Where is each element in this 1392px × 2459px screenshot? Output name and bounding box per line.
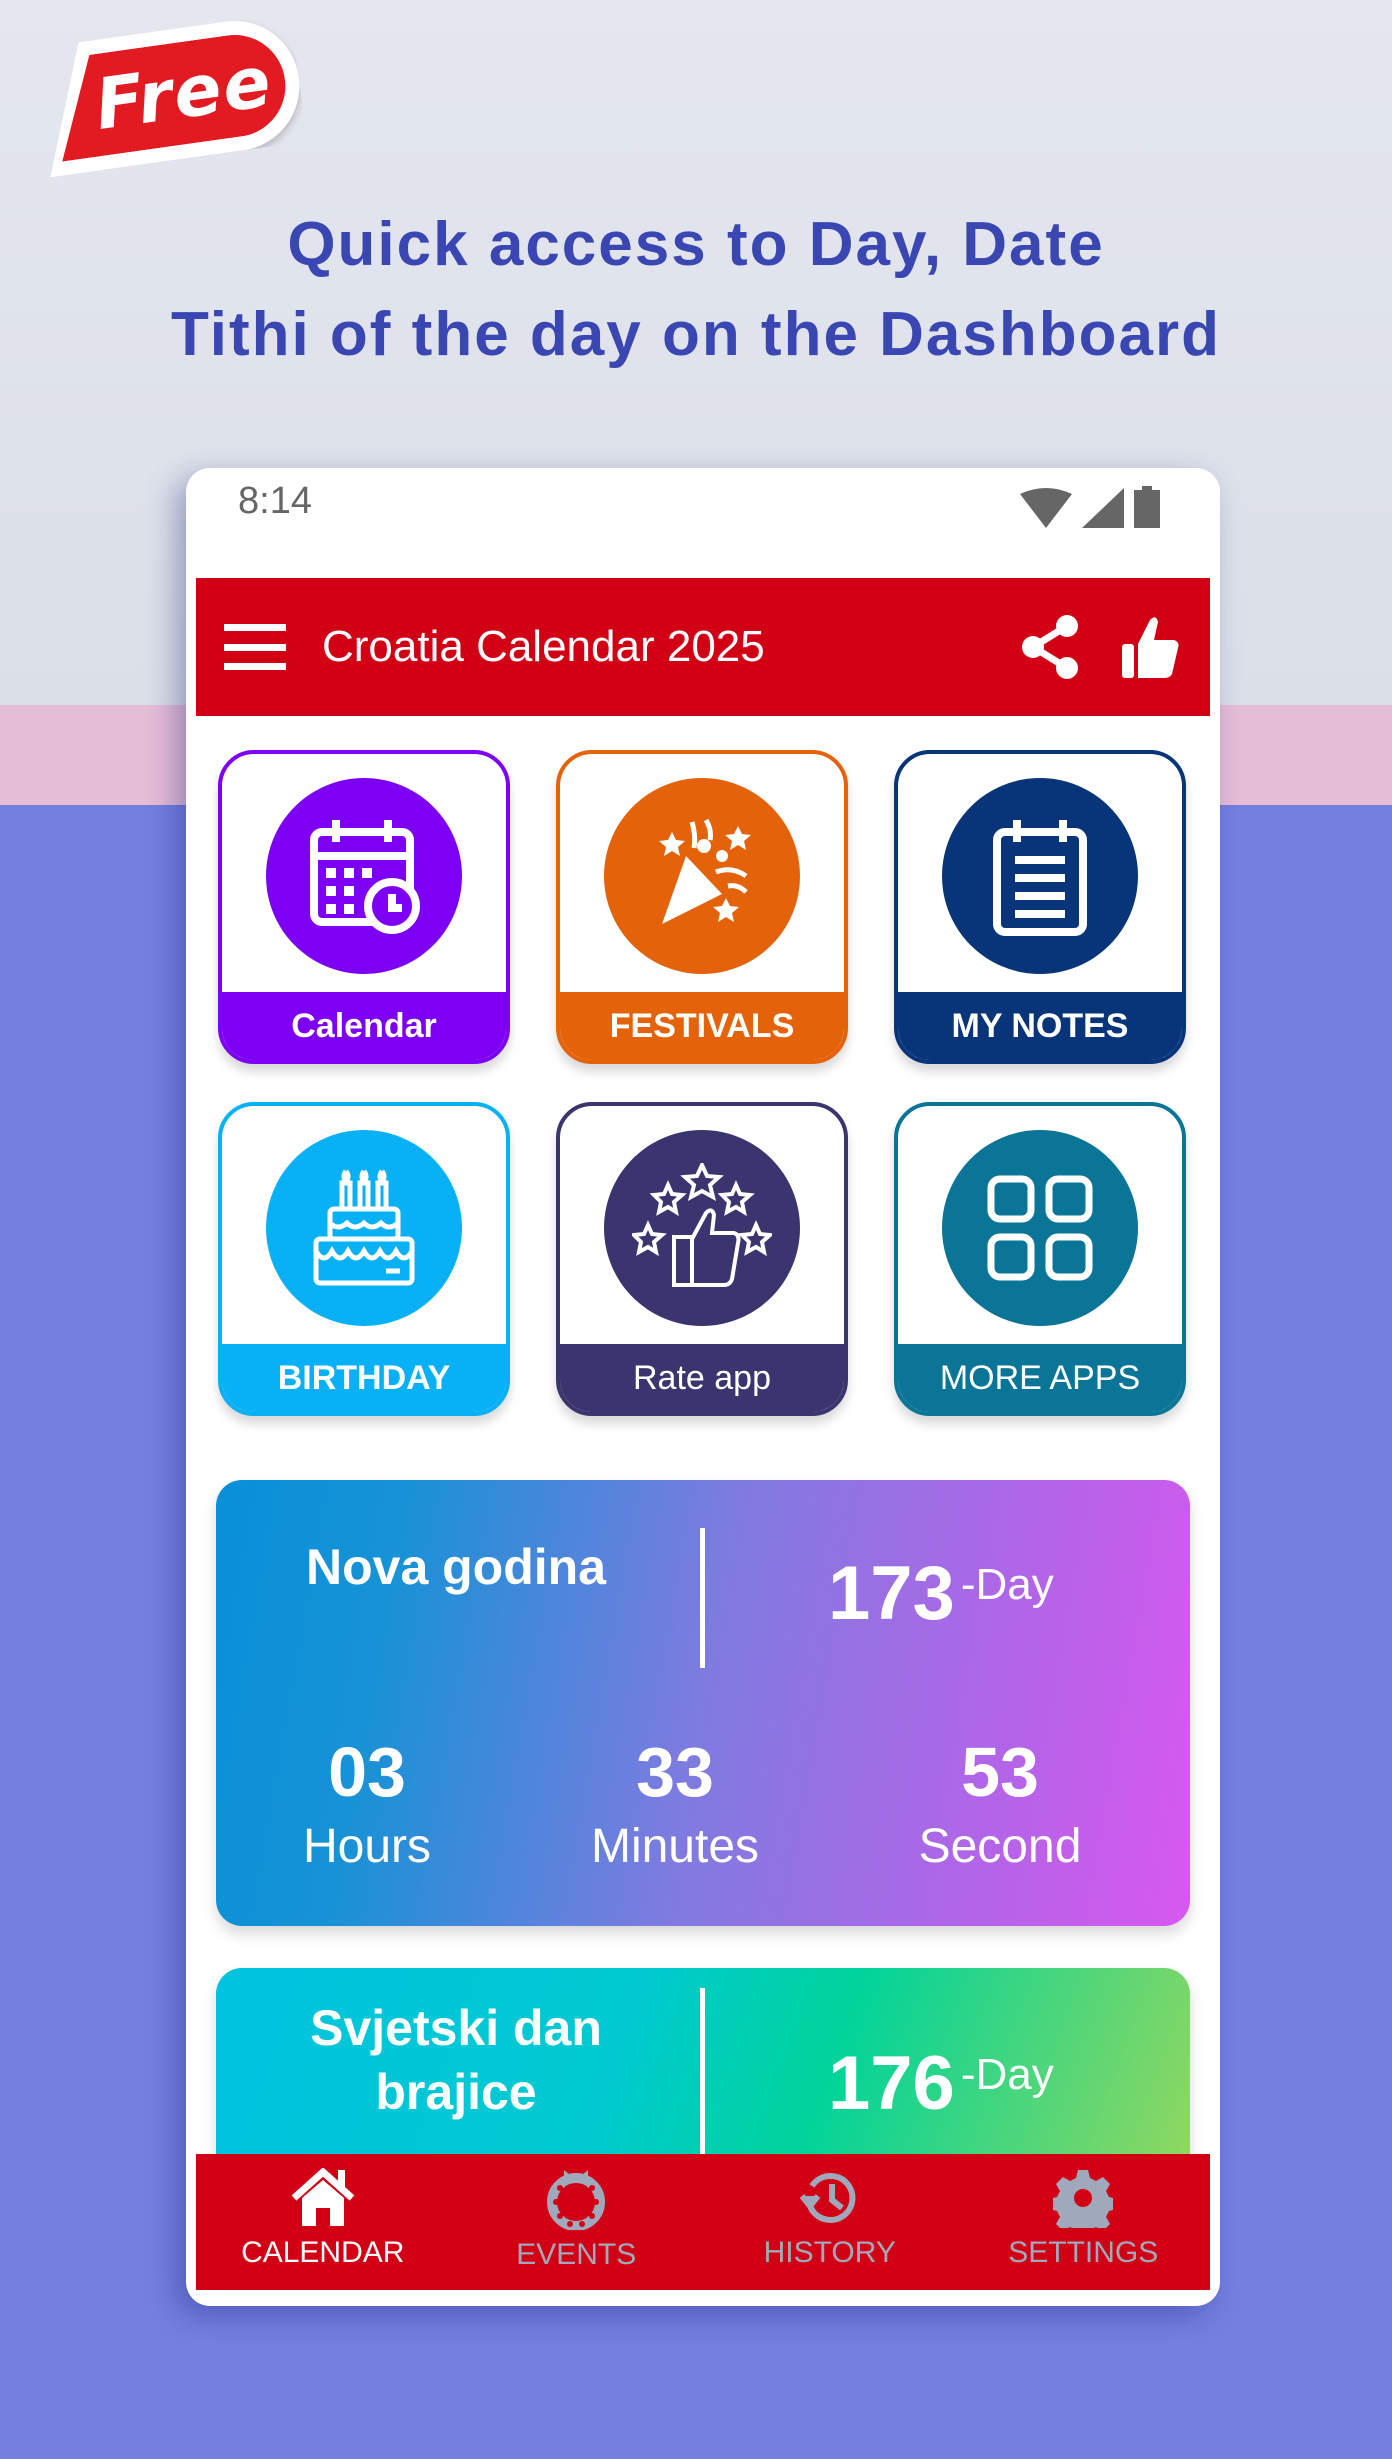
days-number: 176: [828, 2041, 955, 2126]
days-remaining: 173 -Day: [828, 1550, 1054, 1637]
nav-label: CALENDAR: [241, 2236, 405, 2269]
tile-my-notes[interactable]: MY NOTES: [894, 750, 1186, 1064]
status-bar: 8:14: [186, 468, 1220, 578]
party-popper-icon: [659, 818, 751, 924]
hours-block: 03 Hours: [217, 1732, 517, 1882]
tile-festivals[interactable]: FESTIVALS: [556, 750, 848, 1064]
nav-label: EVENTS: [516, 2238, 637, 2271]
minutes-block: 33 Minutes: [525, 1732, 825, 1882]
hours-value: 03: [328, 1733, 406, 1811]
days-unit: -Day: [960, 2050, 1054, 2099]
days-unit: -Day: [960, 1560, 1054, 1609]
seconds-value: 53: [961, 1733, 1039, 1811]
nav-label: HISTORY: [763, 2236, 896, 2269]
gear-icon: [1053, 2170, 1114, 2228]
hamburger-menu-icon[interactable]: [224, 624, 286, 670]
divider: [700, 1528, 705, 1668]
hours-label: Hours: [302, 1820, 432, 1873]
seconds-label: Second: [918, 1820, 1082, 1873]
notepad-icon: [993, 820, 1087, 936]
free-badge-text: Free: [90, 40, 278, 147]
calendar-clock-icon: [310, 820, 420, 934]
tile-label: BIRTHDAY: [222, 1344, 506, 1412]
nav-history[interactable]: HISTORY: [703, 2154, 957, 2290]
signal-icon: [1082, 488, 1124, 528]
event-name-line-2: brajice: [375, 2064, 537, 2120]
tile-calendar[interactable]: Calendar: [218, 750, 510, 1064]
tile-more-apps[interactable]: MORE APPS: [894, 1102, 1186, 1416]
seconds-block: 53 Second: [850, 1732, 1150, 1882]
tile-label: MY NOTES: [898, 992, 1182, 1060]
event-name: Svjetski dan brajice: [256, 1996, 656, 2124]
minutes-value: 33: [636, 1733, 714, 1811]
nav-settings[interactable]: SETTINGS: [957, 2154, 1211, 2290]
countdown-card[interactable]: Nova godina 173 -Day 03 Hours 33 Minutes…: [216, 1480, 1190, 1926]
days-number: 173: [828, 1551, 955, 1636]
app-title: Croatia Calendar 2025: [322, 622, 765, 671]
status-time: 8:14: [238, 480, 312, 522]
days-remaining: 176 -Day: [828, 2040, 1054, 2127]
like-button[interactable]: [1110, 607, 1190, 687]
nav-events[interactable]: EVENTS: [450, 2154, 704, 2290]
headline-line-2: Tithi of the day on the Dashboard: [170, 300, 1221, 369]
battery-icon: [1134, 486, 1160, 528]
tile-rate-app[interactable]: Rate app: [556, 1102, 848, 1416]
headline-line-1: Quick access to Day, Date: [287, 210, 1105, 279]
birthday-cake-icon: [313, 1169, 415, 1286]
thumbs-up-icon: [1122, 617, 1179, 678]
promo-headline: Quick access to Day, Date Tithi of the d…: [0, 200, 1392, 380]
app-bar: Croatia Calendar 2025: [196, 578, 1210, 716]
nav-calendar[interactable]: CALENDAR: [196, 2154, 450, 2290]
phone-screen: 8:14 Croatia Calendar 2025 Calendar FEST…: [186, 468, 1220, 2306]
minutes-label: Minutes: [590, 1820, 760, 1873]
tile-label: MORE APPS: [898, 1344, 1182, 1412]
rate-thumbs-stars-icon: [632, 1163, 772, 1287]
grid-apps-icon: [987, 1175, 1093, 1281]
tile-birthday[interactable]: BIRTHDAY: [218, 1102, 510, 1416]
event-name: Nova godina: [305, 1539, 607, 1595]
history-icon: [799, 2172, 856, 2223]
tile-label: Rate app: [560, 1344, 844, 1412]
share-button[interactable]: [1010, 607, 1090, 687]
wifi-icon: [1020, 488, 1072, 528]
nav-label: SETTINGS: [1008, 2236, 1159, 2269]
tile-label: Calendar: [222, 992, 506, 1060]
wreath-icon: [547, 2170, 606, 2230]
event-name-line-1: Svjetski dan: [310, 2000, 602, 2056]
tile-label: FESTIVALS: [560, 992, 844, 1060]
bottom-navigation: CALENDAR EVENTS HISTORY SETTINGS: [196, 2154, 1210, 2290]
home-icon: [291, 2168, 355, 2226]
share-icon: [1022, 615, 1078, 679]
